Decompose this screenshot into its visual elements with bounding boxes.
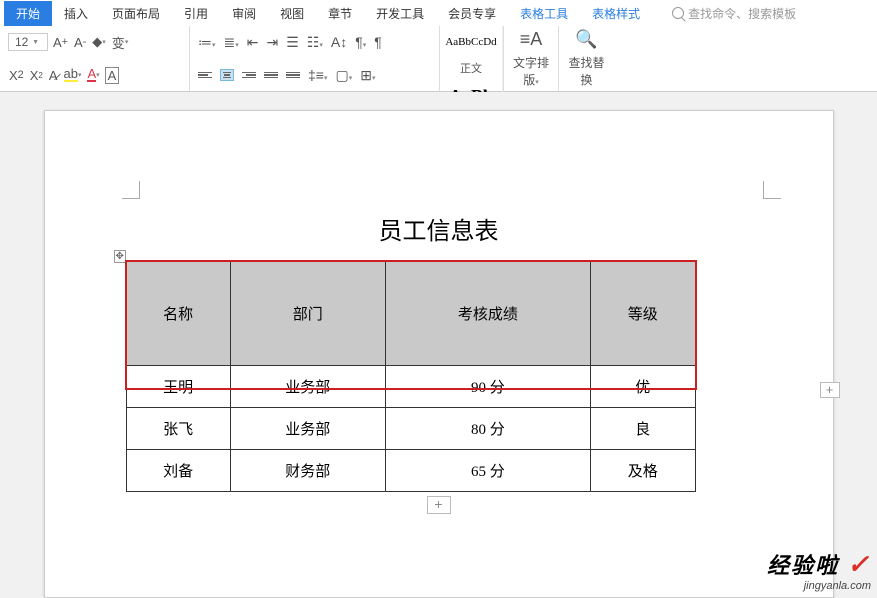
col-name[interactable]: 名称 xyxy=(126,261,230,366)
subscript-button[interactable]: X2 xyxy=(29,68,44,83)
typography-group[interactable]: ≡A 文字排版▾ xyxy=(504,26,559,91)
table-row[interactable]: 王明 业务部 90 分 优 xyxy=(126,366,695,408)
ribbon: 12▼ A+ A- ◆▾ 变▾ X2 X2 A̷ ab▾ A▾ A ≔▾ ≣▾ … xyxy=(0,26,877,92)
col-dept[interactable]: 部门 xyxy=(230,261,385,366)
page[interactable]: 员工信息表 ✥ 名称 部门 考核成绩 等级 王明 业务部 9 xyxy=(44,110,834,598)
table-container: ✥ 名称 部门 考核成绩 等级 王明 业务部 90 分 优 xyxy=(130,260,748,514)
magnifier-icon: 🔍 xyxy=(575,29,597,50)
clear-format-button[interactable]: A̷ xyxy=(48,68,59,83)
align-right-button[interactable] xyxy=(242,72,256,79)
typography-icon: ≡A xyxy=(520,29,543,50)
table-header-row[interactable]: 名称 部门 考核成绩 等级 xyxy=(126,261,695,366)
table-row[interactable]: 张飞 业务部 80 分 良 xyxy=(126,408,695,450)
text-direction-button[interactable]: ☰ xyxy=(286,34,299,51)
document-canvas: 员工信息表 ✥ 名称 部门 考核成绩 等级 王明 业务部 9 xyxy=(0,92,877,598)
pilcrow-button[interactable]: ¶▾ xyxy=(355,34,366,50)
line-spacing-button[interactable]: ‡≡▾ xyxy=(308,67,327,83)
typography-label: 文字排版▾ xyxy=(512,54,550,88)
tab-member[interactable]: 会员专享 xyxy=(436,1,508,26)
char-border-button[interactable]: A xyxy=(105,67,120,84)
add-column-button[interactable]: + xyxy=(820,382,840,398)
font-size-selector[interactable]: 12▼ xyxy=(8,33,48,51)
decrease-indent-button[interactable]: ⇤ xyxy=(247,34,259,51)
superscript-button[interactable]: X2 xyxy=(8,68,25,83)
col-grade[interactable]: 等级 xyxy=(591,261,695,366)
menu-bar: 开始 插入 页面布局 引用 审阅 视图 章节 开发工具 会员专享 表格工具 表格… xyxy=(0,0,877,26)
font-color-button[interactable]: A▾ xyxy=(86,68,100,82)
find-replace-group[interactable]: 🔍 查找替换 xyxy=(559,26,614,91)
command-search[interactable]: 查找命令、搜索模板 xyxy=(672,5,796,22)
tab-developer[interactable]: 开发工具 xyxy=(364,1,436,26)
bullet-list-button[interactable]: ≔▾ xyxy=(198,34,216,51)
tab-table-style[interactable]: 表格样式 xyxy=(580,1,652,26)
document-title[interactable]: 员工信息表 xyxy=(130,211,748,246)
align-justify-button[interactable] xyxy=(264,72,278,79)
tab-table-tools[interactable]: 表格工具 xyxy=(508,1,580,26)
margin-mark-tl xyxy=(122,181,140,199)
style-normal[interactable]: AaBbCcDd 正文 xyxy=(440,26,503,80)
number-list-button[interactable]: ≣▾ xyxy=(224,34,239,51)
margin-mark-tr xyxy=(763,181,781,199)
highlight-button[interactable]: ab▾ xyxy=(63,68,83,82)
tab-sections[interactable]: 章节 xyxy=(316,1,364,26)
change-case-button[interactable]: ◆▾ xyxy=(91,34,107,50)
search-icon xyxy=(672,7,684,19)
font-group: 12▼ A+ A- ◆▾ 变▾ X2 X2 A̷ ab▾ A▾ A xyxy=(0,26,190,91)
sort-button[interactable]: ☷▾ xyxy=(307,34,323,51)
show-mark-button[interactable]: ¶ xyxy=(374,34,382,50)
tab-insert[interactable]: 插入 xyxy=(52,1,100,26)
add-row-button[interactable]: + xyxy=(427,496,451,514)
chevron-down-icon: ▼ xyxy=(32,39,39,46)
search-placeholder: 查找命令、搜索模板 xyxy=(688,5,796,22)
check-icon: ✓ xyxy=(847,549,871,579)
shading-button[interactable]: ▢▾ xyxy=(335,67,352,84)
table-row[interactable]: 刘备 财务部 65 分 及格 xyxy=(126,450,695,492)
tab-references[interactable]: 引用 xyxy=(172,1,220,26)
tab-layout[interactable]: 页面布局 xyxy=(100,1,172,26)
col-score[interactable]: 考核成绩 xyxy=(385,261,590,366)
paragraph-group: ≔▾ ≣▾ ⇤ ⇥ ☰ ☷▾ A↕ ¶▾ ¶ ‡≡▾ ▢▾ ⊞▾ xyxy=(190,26,440,91)
tab-review[interactable]: 审阅 xyxy=(220,1,268,26)
increase-indent-button[interactable]: ⇥ xyxy=(267,34,279,51)
align-center-button[interactable] xyxy=(220,69,234,82)
vertical-text-button[interactable]: A↕ xyxy=(331,34,347,50)
tab-view[interactable]: 视图 xyxy=(268,1,316,26)
find-label: 查找替换 xyxy=(567,54,606,88)
phonetic-button[interactable]: 变▾ xyxy=(111,33,130,52)
align-left-button[interactable] xyxy=(198,72,212,79)
tab-home[interactable]: 开始 xyxy=(4,1,52,26)
borders-button[interactable]: ⊞▾ xyxy=(360,67,375,84)
styles-group: AaBbCcDd 正文 AaBb 标题 1▾ AaBb( 标题 2▾ AaBbC… xyxy=(440,26,504,91)
table-move-handle[interactable]: ✥ xyxy=(114,250,126,263)
watermark: 经验啦 ✓ jingyanla.com xyxy=(767,548,871,592)
increase-font-button[interactable]: A+ xyxy=(52,35,69,50)
align-distribute-button[interactable] xyxy=(286,72,300,79)
employee-table[interactable]: 名称 部门 考核成绩 等级 王明 业务部 90 分 优 张飞 xyxy=(126,260,696,492)
decrease-font-button[interactable]: A- xyxy=(73,35,87,50)
